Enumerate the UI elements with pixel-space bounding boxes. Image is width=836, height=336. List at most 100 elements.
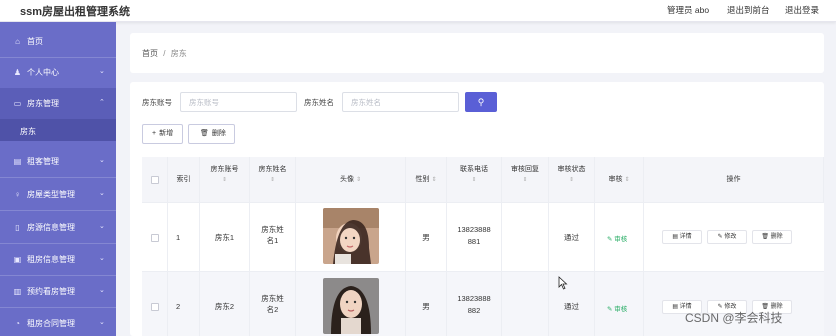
row-checkbox[interactable]	[151, 234, 159, 242]
sidebar-item-rental-info-management[interactable]: ▣ 租房信息管理 ⌄	[0, 244, 116, 275]
sort-icon[interactable]: ⇕	[624, 177, 629, 183]
detail-button[interactable]: ▤ 详情	[662, 230, 702, 244]
sidebar-item-house-info-management[interactable]: ▯ 房源信息管理 ⌄	[0, 212, 116, 243]
header-review-label: 审核	[608, 176, 623, 183]
chevron-down-icon: ⌄	[99, 157, 105, 164]
header-gender-label: 性别	[415, 176, 430, 183]
sort-icon[interactable]: ⇕	[447, 175, 501, 185]
detail-icon: ▤	[672, 234, 680, 240]
header-account[interactable]: 房东账号 ⇕	[200, 157, 250, 203]
detail-icon: ▤	[672, 304, 680, 310]
edit-button[interactable]: ✎ 修改	[707, 230, 747, 244]
row-index: 1	[168, 203, 200, 272]
delete-button-label: 删除	[211, 130, 226, 137]
sidebar-item-label: 房源信息管理	[27, 223, 75, 232]
header-review[interactable]: 审核 ⇕	[595, 157, 644, 203]
review-link[interactable]: ✎ 审核	[607, 233, 627, 243]
breadcrumb-current: 房东	[170, 49, 187, 58]
sidebar-item-landlord-management[interactable]: ▭ 房东管理 ⌃	[0, 88, 116, 119]
header-phone[interactable]: 联系电话 ⇕	[447, 157, 502, 203]
search-button[interactable]: ⚲	[465, 92, 497, 112]
sort-icon[interactable]: ⇕	[356, 177, 361, 183]
add-button[interactable]: + 新增	[142, 124, 183, 144]
header-avatar-label: 头像	[340, 176, 354, 183]
sidebar-item-label: 首页	[27, 37, 43, 46]
row-review-cell: ✎ 审核	[595, 203, 644, 272]
delete-button-label: 删除	[770, 234, 783, 240]
row-avatar-cell	[296, 272, 406, 336]
sidebar-divider	[0, 210, 116, 211]
header-gender[interactable]: 性别 ⇕	[406, 157, 447, 203]
chevron-up-icon: ⌃	[99, 99, 105, 106]
batch-delete-button[interactable]: 🗑 删除	[188, 124, 235, 144]
rent-icon: ▣	[13, 255, 22, 264]
account-search-label: 房东账号	[142, 98, 172, 107]
breadcrumb-home[interactable]: 首页	[142, 49, 158, 58]
sidebar-item-appointment-management[interactable]: ▥ 预约看房管理 ⌄	[0, 276, 116, 307]
appointment-icon: ▥	[13, 287, 22, 296]
header-avatar[interactable]: 头像 ⇕	[296, 157, 406, 203]
sidebar-item-tenant-management[interactable]: ▤ 租客管理 ⌄	[0, 146, 116, 177]
admin-label: 管理员 abo	[667, 5, 710, 15]
review-link-label: 审核	[614, 306, 628, 313]
header-index: 索引	[168, 157, 200, 203]
row-checkbox[interactable]	[151, 303, 159, 311]
plus-icon: +	[152, 130, 157, 137]
sort-icon[interactable]: ⇕	[502, 175, 548, 185]
tenant-icon: ▤	[13, 157, 22, 166]
detail-button-label: 详情	[679, 234, 692, 240]
header-index-label: 索引	[176, 176, 191, 183]
chevron-down-icon: ⌄	[99, 190, 105, 197]
account-search-input[interactable]	[180, 92, 297, 112]
row-review-cell: ✎ 审核	[595, 272, 644, 336]
sort-icon[interactable]: ⇕	[250, 175, 295, 185]
delete-button[interactable]: 🗑 删除	[752, 230, 792, 244]
sort-icon[interactable]: ⇕	[200, 175, 249, 185]
sidebar-item-label: 房屋类型管理	[27, 190, 75, 199]
mouse-cursor-icon	[558, 276, 568, 290]
chevron-down-icon: ⌄	[99, 68, 105, 75]
select-all-checkbox[interactable]	[151, 176, 159, 184]
row-account: 房东2	[200, 272, 250, 336]
row-phone: 13823888881	[447, 203, 502, 272]
add-button-label: 新增	[159, 130, 174, 137]
type-icon: ♀	[14, 190, 21, 199]
breadcrumb-separator: /	[163, 49, 166, 58]
breadcrumb: 首页 / 房东	[142, 48, 187, 59]
chevron-down-icon: ⌄	[99, 287, 105, 294]
sidebar-item-home[interactable]: ⌂ 首页	[0, 26, 116, 57]
row-name: 房东姓名1	[250, 203, 296, 272]
back-to-front-link[interactable]: 退出到前台	[727, 4, 770, 16]
sidebar: ⌂ 首页 ♟ 个人中心 ⌄ ▭ 房东管理 ⌃ 房东 ▤ 租客管理 ⌄ ♀ 房屋类…	[0, 22, 116, 336]
header-account-label: 房东账号	[210, 166, 239, 173]
row-review-status: 通过	[549, 203, 595, 272]
chevron-down-icon: ⌄	[99, 319, 105, 326]
sidebar-item-label: 房东	[20, 127, 36, 136]
header-name[interactable]: 房东姓名 ⇕	[250, 157, 296, 203]
header-review-reply[interactable]: 审核回复 ⇕	[502, 157, 549, 203]
row-name: 房东姓名2	[250, 272, 296, 336]
row-phone: 13823888882	[447, 272, 502, 336]
row-review-reply	[502, 272, 549, 336]
row-select-cell	[142, 203, 168, 272]
sort-icon[interactable]: ⇕	[431, 177, 436, 183]
sidebar-item-personal-center[interactable]: ♟ 个人中心 ⌄	[0, 57, 116, 88]
row-account: 房东1	[200, 203, 250, 272]
sidebar-item-label: 预约看房管理	[27, 287, 75, 296]
row-index: 2	[168, 272, 200, 336]
row-review-status: 通过	[549, 272, 595, 336]
sidebar-item-house-type-management[interactable]: ♀ 房屋类型管理 ⌄	[0, 179, 116, 210]
trash-icon: 🗑	[761, 234, 771, 240]
edit-button-label: 修改	[724, 234, 737, 240]
row-actions-cell: ▤ 详情 ✎ 修改 🗑 删除	[644, 203, 824, 272]
sidebar-item-contract-management[interactable]: ◔ 租房合同管理 ⌄	[0, 308, 116, 336]
sidebar-item-label: 租房信息管理	[27, 255, 75, 264]
contract-icon: ◔	[15, 319, 20, 328]
logout-link[interactable]: 退出登录	[785, 4, 819, 16]
header-review-status[interactable]: 审核状态 ⇕	[549, 157, 595, 203]
sidebar-subitem-landlord[interactable]: 房东	[0, 119, 116, 141]
review-link[interactable]: ✎ 审核	[607, 303, 627, 313]
sort-icon[interactable]: ⇕	[549, 175, 594, 185]
name-search-input[interactable]	[342, 92, 459, 112]
home-icon: ⌂	[15, 37, 20, 46]
